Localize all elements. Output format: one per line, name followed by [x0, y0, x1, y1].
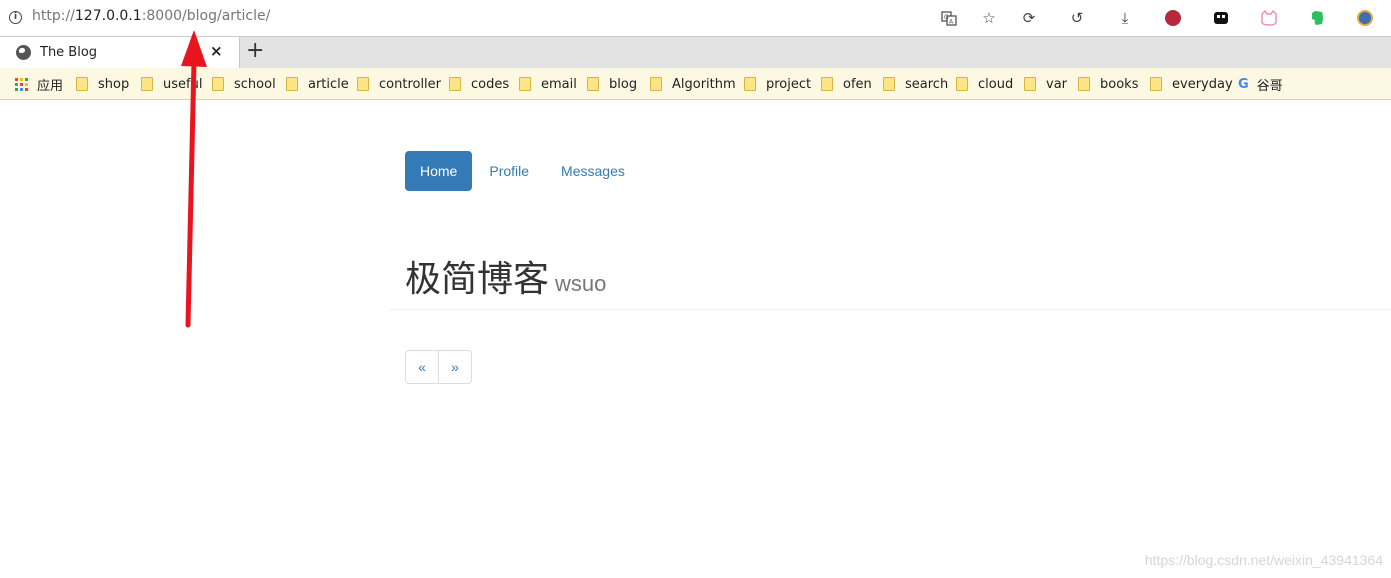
page-header: 极简博客 wsuo — [390, 236, 1391, 310]
bookmark-label: everyday — [1172, 76, 1233, 92]
bookmark-useful[interactable]: useful — [141, 76, 202, 92]
folder-icon — [956, 77, 968, 91]
folder-icon — [449, 77, 461, 91]
bookmark-label: search — [905, 76, 949, 92]
bookmark-school[interactable]: school — [212, 76, 276, 92]
folder-icon — [1150, 77, 1162, 91]
tab-strip: The Blog × + — [0, 36, 1391, 69]
bookmark-label: project — [766, 76, 812, 92]
bookmark-label: Algorithm — [672, 76, 736, 92]
bookmark-label: codes — [471, 76, 510, 92]
bookmark-label: email — [541, 76, 577, 92]
url-host: 127.0.0.1 — [74, 8, 142, 24]
folder-icon — [141, 77, 153, 91]
toolbar-icons: GA ☆ ⟳ ↺ ⤓ — [937, 6, 1377, 30]
cat-icon[interactable] — [1257, 6, 1281, 30]
bookmark-controller[interactable]: controller — [357, 76, 441, 92]
star-icon[interactable]: ☆ — [977, 6, 1001, 30]
folder-icon — [76, 77, 88, 91]
bookmark-label: 谷哥 — [1256, 78, 1283, 94]
bookmark-label: var — [1046, 76, 1068, 92]
url-path: :8000/blog/article/ — [141, 8, 271, 24]
nav-messages[interactable]: Messages — [546, 151, 640, 191]
page-title-text: 极简博客 — [405, 258, 550, 299]
info-icon[interactable]: i — [9, 11, 22, 24]
bookmark-label: 应用 — [37, 78, 64, 94]
globe-icon — [16, 45, 31, 60]
nav-profile[interactable]: Profile — [474, 151, 544, 191]
bookmark-project[interactable]: project — [744, 76, 811, 92]
bookmark-article[interactable]: article — [286, 76, 349, 92]
bookmark-email[interactable]: email — [519, 76, 577, 92]
page-subtitle: wsuo — [555, 271, 607, 296]
nav-pills: Home Profile Messages — [405, 151, 642, 191]
bookmark-label: controller — [379, 76, 442, 92]
pagination: « » — [405, 350, 472, 384]
tab-title: The Blog — [40, 45, 98, 60]
bookmark-label: cloud — [978, 76, 1014, 92]
history-icon[interactable]: ↺ — [1065, 6, 1089, 30]
bookmarks-bar: 应用 shop useful school article controller… — [0, 68, 1391, 100]
tab-the-blog[interactable]: The Blog × — [0, 37, 240, 69]
bookmark-codes[interactable]: codes — [449, 76, 509, 92]
profile-icon[interactable] — [1353, 6, 1377, 30]
translate-icon[interactable]: GA — [937, 6, 961, 30]
folder-icon — [821, 77, 833, 91]
folder-icon — [286, 77, 298, 91]
extension-icon[interactable] — [1209, 6, 1233, 30]
bookmark-label: useful — [163, 76, 203, 92]
nav-home[interactable]: Home — [405, 151, 473, 191]
folder-icon — [587, 77, 599, 91]
bookmark-apps[interactable]: 应用 — [15, 76, 64, 94]
url-scheme: http:// — [32, 8, 75, 24]
bookmark-algorithm[interactable]: Algorithm — [650, 76, 736, 92]
download-icon[interactable]: ⤓ — [1113, 6, 1137, 30]
bookmark-google[interactable]: G 谷哥 — [1238, 76, 1283, 94]
bookmark-everyday[interactable]: everyday — [1150, 76, 1233, 92]
evernote-icon[interactable] — [1305, 6, 1329, 30]
address-bar[interactable]: i http://127.0.0.1:8000/blog/article/ GA… — [0, 0, 1391, 36]
google-icon: G — [1238, 76, 1249, 92]
page-title: 极简博客 wsuo — [405, 250, 606, 302]
close-icon[interactable]: × — [210, 42, 223, 60]
url-field[interactable]: http://127.0.0.1:8000/blog/article/ — [32, 8, 270, 24]
watermark: https://blog.csdn.net/weixin_43941364 — [1144, 552, 1383, 568]
apps-icon — [15, 77, 28, 91]
folder-icon — [212, 77, 224, 91]
bookmark-books[interactable]: books — [1078, 76, 1138, 92]
folder-icon — [650, 77, 662, 91]
bookmark-shop[interactable]: shop — [76, 76, 129, 92]
bookmark-label: ofen — [843, 76, 872, 92]
avatar-icon[interactable] — [1161, 6, 1185, 30]
bookmark-label: school — [234, 76, 276, 92]
folder-icon — [357, 77, 369, 91]
bookmark-search[interactable]: search — [883, 76, 948, 92]
folder-icon — [1024, 77, 1036, 91]
folder-icon — [519, 77, 531, 91]
folder-icon — [1078, 77, 1090, 91]
new-tab-button[interactable]: + — [246, 38, 264, 63]
bookmark-blog[interactable]: blog — [587, 76, 637, 92]
bookmark-label: books — [1100, 76, 1139, 92]
bookmark-label: blog — [609, 76, 638, 92]
bookmark-ofen[interactable]: ofen — [821, 76, 872, 92]
folder-icon — [883, 77, 895, 91]
bookmark-cloud[interactable]: cloud — [956, 76, 1013, 92]
bookmark-var[interactable]: var — [1024, 76, 1067, 92]
bookmark-label: shop — [98, 76, 130, 92]
folder-icon — [744, 77, 756, 91]
sync-icon[interactable]: ⟳ — [1017, 6, 1041, 30]
next-page-button[interactable]: » — [438, 350, 472, 384]
prev-page-button[interactable]: « — [405, 350, 439, 384]
bookmark-label: article — [308, 76, 349, 92]
